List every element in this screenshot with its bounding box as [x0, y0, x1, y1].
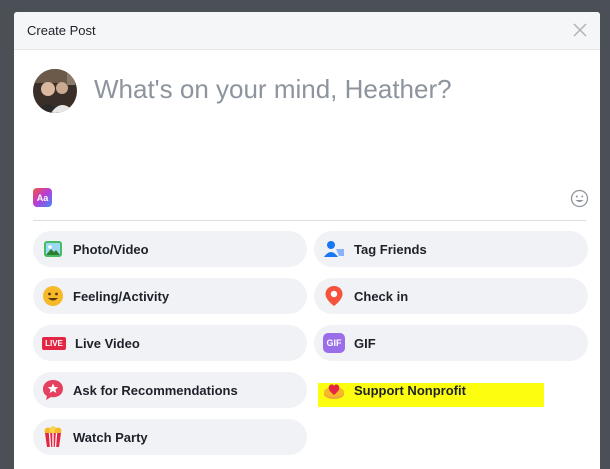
photo-video-label: Photo/Video	[73, 241, 149, 257]
tag-friends-label: Tag Friends	[354, 241, 427, 257]
dialog-title: Create Post	[27, 23, 96, 38]
feeling-activity-button[interactable]: Feeling/Activity	[33, 278, 307, 314]
feeling-icon	[42, 285, 64, 307]
check-in-button[interactable]: Check in	[314, 278, 588, 314]
watch-party-button[interactable]: Watch Party	[33, 419, 307, 455]
live-video-button[interactable]: LIVE Live Video	[33, 325, 307, 361]
live-icon: LIVE	[42, 332, 66, 354]
live-badge: LIVE	[42, 336, 66, 350]
support-nonprofit-label: Support Nonprofit	[354, 382, 466, 398]
support-nonprofit-button[interactable]: Support Nonprofit	[314, 372, 588, 408]
nonprofit-icon	[323, 379, 345, 401]
tag-friends-button[interactable]: Tag Friends	[314, 231, 588, 267]
avatar-photo	[33, 69, 77, 113]
close-button[interactable]	[570, 20, 590, 40]
tag-friends-icon	[323, 238, 345, 260]
gif-button[interactable]: GIF GIF	[314, 325, 588, 361]
gif-icon: GIF	[323, 332, 345, 354]
check-in-label: Check in	[354, 288, 409, 304]
photo-icon	[42, 238, 64, 260]
watch-party-label: Watch Party	[73, 429, 148, 445]
watch-party-icon	[42, 426, 64, 448]
emoji-icon	[570, 189, 589, 208]
ask-for-recommendations-label: Ask for Recommendations	[73, 382, 238, 398]
create-post-dialog: Create Post What's on your mind, Heather…	[14, 12, 600, 469]
gif-badge: GIF	[323, 333, 345, 353]
avatar[interactable]	[33, 69, 77, 113]
ask-for-recommendations-button[interactable]: Ask for Recommendations	[33, 372, 307, 408]
close-icon	[573, 23, 587, 37]
gif-label: GIF	[354, 335, 376, 351]
feeling-activity-label: Feeling/Activity	[73, 288, 170, 304]
location-pin-icon	[323, 285, 345, 307]
emoji-picker-button[interactable]	[570, 189, 589, 208]
text-format-button[interactable]: Aa	[33, 188, 52, 207]
dialog-header: Create Post	[14, 12, 600, 50]
composer-input[interactable]: What's on your mind, Heather?	[94, 74, 452, 105]
live-video-label: Live Video	[75, 335, 140, 351]
photo-video-button[interactable]: Photo/Video	[33, 231, 307, 267]
divider	[33, 220, 586, 221]
recommendations-icon	[42, 379, 64, 401]
